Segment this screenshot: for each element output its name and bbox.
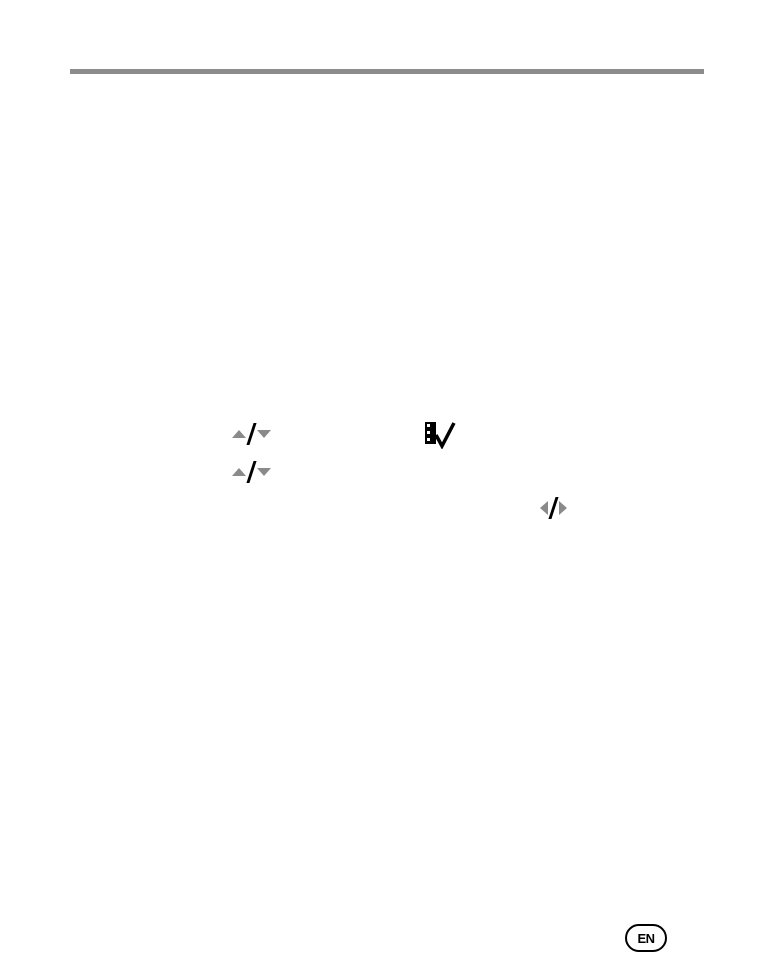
up-down-arrows-icon — [232, 422, 271, 446]
down-arrow-icon — [257, 430, 271, 438]
header-rule — [70, 69, 704, 74]
slash-glyph — [246, 461, 257, 483]
slash-glyph — [246, 423, 257, 445]
up-arrow-icon — [232, 430, 246, 438]
slash-glyph — [548, 497, 559, 519]
left-arrow-icon — [540, 501, 548, 515]
left-right-arrows-icon — [540, 496, 567, 520]
up-arrow-icon — [232, 468, 246, 476]
review-checkmark-icon — [424, 421, 456, 450]
up-down-arrows-icon — [232, 460, 271, 484]
right-arrow-icon — [559, 501, 567, 515]
down-arrow-icon — [257, 468, 271, 476]
language-badge: EN — [625, 924, 667, 952]
